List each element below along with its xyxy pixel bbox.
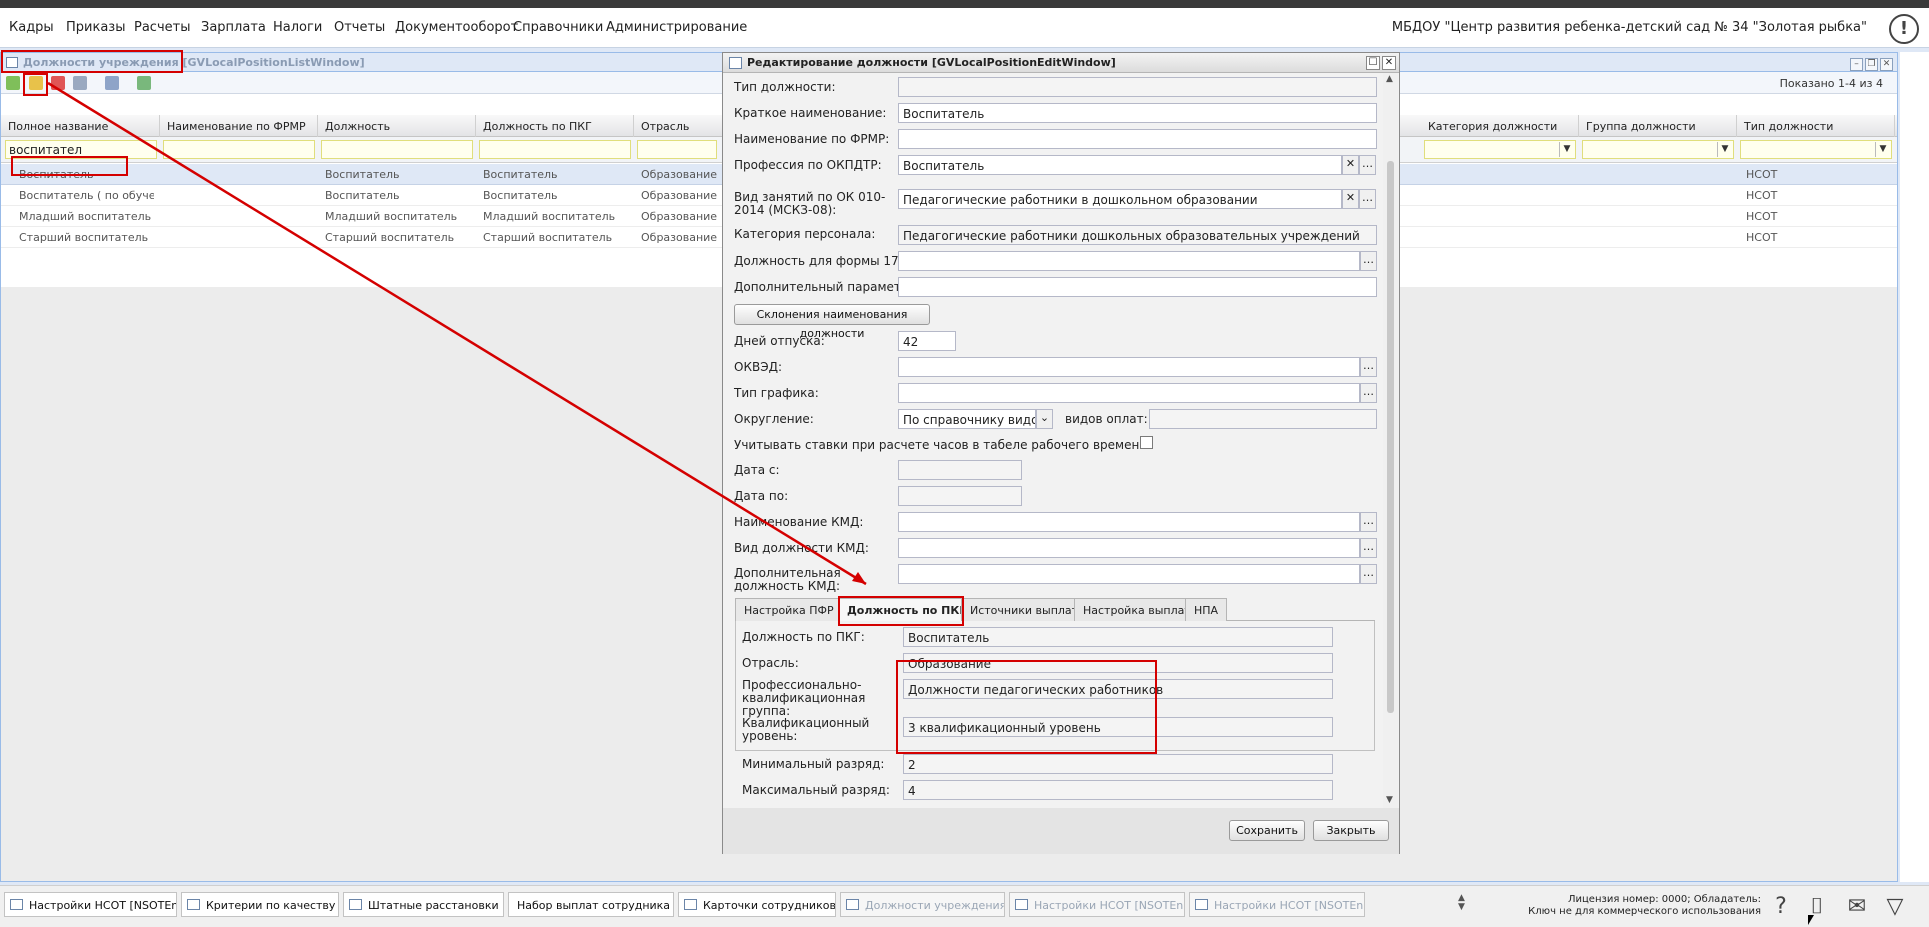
taskbar-item-label: Критерии по качеству [... xyxy=(206,899,339,912)
taskbar-item[interactable]: Набор выплат сотрудника [B... xyxy=(508,892,674,917)
taskbar-item-label: Должности учреждения [... xyxy=(865,899,1005,912)
taskbar-item[interactable]: Настройки НСОТ [NSOTEn... xyxy=(1189,892,1365,917)
annotation-arrow-head xyxy=(852,572,866,584)
taskbar: Настройки НСОТ [NSOTEn... Критерии по ка… xyxy=(0,885,1929,927)
mail-icon[interactable]: ✉ xyxy=(1842,892,1872,922)
mouse-cursor xyxy=(1808,915,1814,925)
license-line2: Ключ не для коммерческого использования xyxy=(1528,906,1761,917)
taskbar-item-label: Настройки НСОТ [NSOTEn... xyxy=(29,899,177,912)
taskbar-item-label: Карточки сотрудников [... xyxy=(703,899,836,912)
window-icon xyxy=(1015,899,1028,910)
taskbar-item-label: Настройки НСОТ [NSOTEn... xyxy=(1034,899,1185,912)
taskbar-item[interactable]: Настройки НСОТ [NSOTEn... xyxy=(4,892,177,917)
taskbar-item-label: Штатные расстановки [R... xyxy=(368,899,503,912)
window-icon xyxy=(846,899,859,910)
window-icon xyxy=(10,899,23,910)
taskbar-item[interactable]: Карточки сотрудников [... xyxy=(678,892,836,917)
window-icon xyxy=(1195,899,1208,910)
taskbar-scroll-icon[interactable]: ▲ ▼ xyxy=(1458,894,1465,912)
annotation-arrow-line xyxy=(47,81,867,586)
collapse-icon[interactable]: ▽ xyxy=(1880,892,1910,922)
window-icon xyxy=(187,899,200,910)
window-icon xyxy=(684,899,697,910)
taskbar-item-label: Настройки НСОТ [NSOTEn... xyxy=(1214,899,1365,912)
help-icon[interactable]: ? xyxy=(1766,892,1796,922)
taskbar-item[interactable]: Настройки НСОТ [NSOTEn... xyxy=(1009,892,1185,917)
taskbar-item[interactable]: Штатные расстановки [R... xyxy=(343,892,504,917)
camera-icon[interactable]: ⌷ xyxy=(1802,892,1832,922)
taskbar-item-label: Набор выплат сотрудника [B... xyxy=(517,899,673,912)
taskbar-item[interactable]: Критерии по качеству [... xyxy=(181,892,339,917)
annotation-arrow xyxy=(47,81,867,586)
window-icon xyxy=(349,899,362,910)
taskbar-item[interactable]: Должности учреждения [... xyxy=(840,892,1005,917)
license-info: Лицензия номер: 0000; Обладатель: Ключ н… xyxy=(1528,894,1761,918)
license-line1: Лицензия номер: 0000; Обладатель: xyxy=(1567,894,1761,905)
